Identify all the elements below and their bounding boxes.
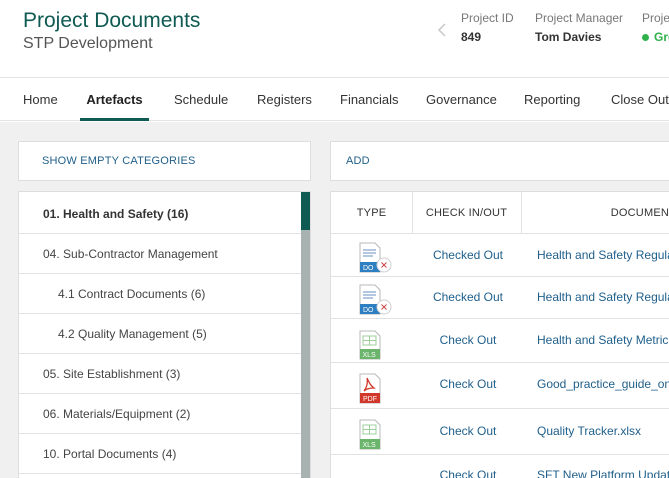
tab-home[interactable]: Home bbox=[23, 79, 58, 120]
document-link[interactable]: Health and Safety Regula bbox=[537, 290, 669, 304]
project-id-value: 849 bbox=[461, 30, 482, 44]
tab-registers[interactable]: Registers bbox=[257, 79, 312, 120]
project-id-label: Project ID bbox=[461, 11, 514, 25]
project-status-label: Proje bbox=[642, 11, 669, 25]
project-manager-label: Project Manager bbox=[535, 11, 624, 25]
project-status-text: Gre bbox=[654, 30, 669, 44]
scrollbar-thumb[interactable] bbox=[301, 192, 310, 230]
check-out-button[interactable]: Check Out bbox=[413, 333, 523, 347]
column-header-type[interactable]: TYPE bbox=[331, 192, 413, 234]
tab-schedule[interactable]: Schedule bbox=[174, 79, 228, 120]
checked-out-status[interactable]: Checked Out bbox=[413, 248, 523, 262]
tab-governance[interactable]: Governance bbox=[426, 79, 497, 120]
add-button[interactable]: ADD bbox=[346, 142, 370, 180]
category-item[interactable]: 01. Health and Safety (16) bbox=[19, 194, 301, 234]
svg-text:DO: DO bbox=[363, 307, 374, 314]
page-header: Project Documents STP Development Projec… bbox=[0, 0, 669, 78]
add-panel: ADD bbox=[330, 141, 669, 181]
table-row: DO Checked Out Health and Safety Regula bbox=[331, 277, 669, 319]
check-out-button[interactable]: Check Out bbox=[413, 424, 523, 438]
project-manager-value: Tom Davies bbox=[535, 30, 602, 44]
document-link[interactable]: Health and Safety Metric bbox=[537, 333, 668, 347]
show-empty-categories-panel: SHOW EMPTY CATEGORIES bbox=[18, 141, 311, 181]
table-row: Check Out SFT New Platform Updat bbox=[331, 455, 669, 478]
check-out-button[interactable]: Check Out bbox=[413, 468, 523, 478]
scrollbar-track[interactable] bbox=[301, 192, 310, 478]
category-item[interactable]: 05. Site Establishment (3) bbox=[19, 354, 301, 394]
document-link[interactable]: Good_practice_guide_on bbox=[537, 377, 669, 391]
active-tab-indicator bbox=[80, 118, 149, 121]
document-link[interactable]: Health and Safety Regula bbox=[537, 248, 669, 262]
word-document-icon: DO bbox=[359, 242, 392, 273]
svg-text:XLS: XLS bbox=[363, 352, 377, 359]
pdf-document-icon: PDF bbox=[359, 373, 381, 404]
main-nav: Home Artefacts Schedule Registers Financ… bbox=[0, 79, 669, 121]
svg-text:PDF: PDF bbox=[363, 396, 377, 403]
page-title: Project Documents bbox=[23, 9, 201, 32]
column-header-check-in-out[interactable]: CHECK IN/OUT bbox=[412, 192, 522, 234]
document-link[interactable]: Quality Tracker.xlsx bbox=[537, 424, 641, 438]
status-dot-icon bbox=[642, 34, 649, 42]
table-row: DO Checked Out Health and Safety Regula bbox=[331, 234, 669, 277]
category-item[interactable]: 06. Materials/Equipment (2) bbox=[19, 394, 301, 434]
category-item[interactable]: 10. Portal Documents (4) bbox=[19, 434, 301, 474]
project-status-value: Gre bbox=[642, 30, 669, 44]
svg-text:DO: DO bbox=[363, 265, 374, 272]
chevron-left-icon[interactable] bbox=[435, 22, 449, 38]
category-item[interactable]: 4.2 Quality Management (5) bbox=[19, 314, 301, 354]
tab-financials[interactable]: Financials bbox=[340, 79, 399, 120]
checked-out-status[interactable]: Checked Out bbox=[413, 290, 523, 304]
table-row: PDF Check Out Good_practice_guide_on bbox=[331, 363, 669, 409]
tab-artefacts[interactable]: Artefacts bbox=[80, 79, 149, 121]
category-item[interactable]: 04. Sub-Contractor Management bbox=[19, 234, 301, 274]
category-item[interactable]: 4.1 Contract Documents (6) bbox=[19, 274, 301, 314]
show-empty-categories-button[interactable]: SHOW EMPTY CATEGORIES bbox=[42, 142, 196, 180]
project-manager-field: Project Manager Tom Davies bbox=[535, 11, 623, 44]
page-subtitle: STP Development bbox=[23, 35, 153, 52]
table-row: XLS Check Out Quality Tracker.xlsx bbox=[331, 409, 669, 455]
excel-document-icon: XLS bbox=[359, 330, 381, 360]
tab-artefacts-label: Artefacts bbox=[86, 92, 143, 107]
project-status-field: Proje Gre bbox=[642, 11, 669, 44]
column-header-document[interactable]: DOCUMEN bbox=[521, 192, 669, 234]
svg-text:XLS: XLS bbox=[363, 442, 377, 449]
document-link[interactable]: SFT New Platform Updat bbox=[537, 468, 669, 478]
project-id-field: Project ID 849 bbox=[461, 11, 514, 44]
word-document-icon: DO bbox=[359, 284, 392, 315]
category-list: 01. Health and Safety (16) 04. Sub-Contr… bbox=[18, 191, 311, 478]
tab-close-out[interactable]: Close Out bbox=[611, 79, 669, 120]
excel-document-icon: XLS bbox=[359, 419, 381, 450]
documents-table: TYPE CHECK IN/OUT DOCUMEN DO Checked Out… bbox=[330, 191, 669, 478]
table-row: XLS Check Out Health and Safety Metric bbox=[331, 319, 669, 363]
check-out-button[interactable]: Check Out bbox=[413, 377, 523, 391]
tab-reporting[interactable]: Reporting bbox=[524, 79, 580, 120]
